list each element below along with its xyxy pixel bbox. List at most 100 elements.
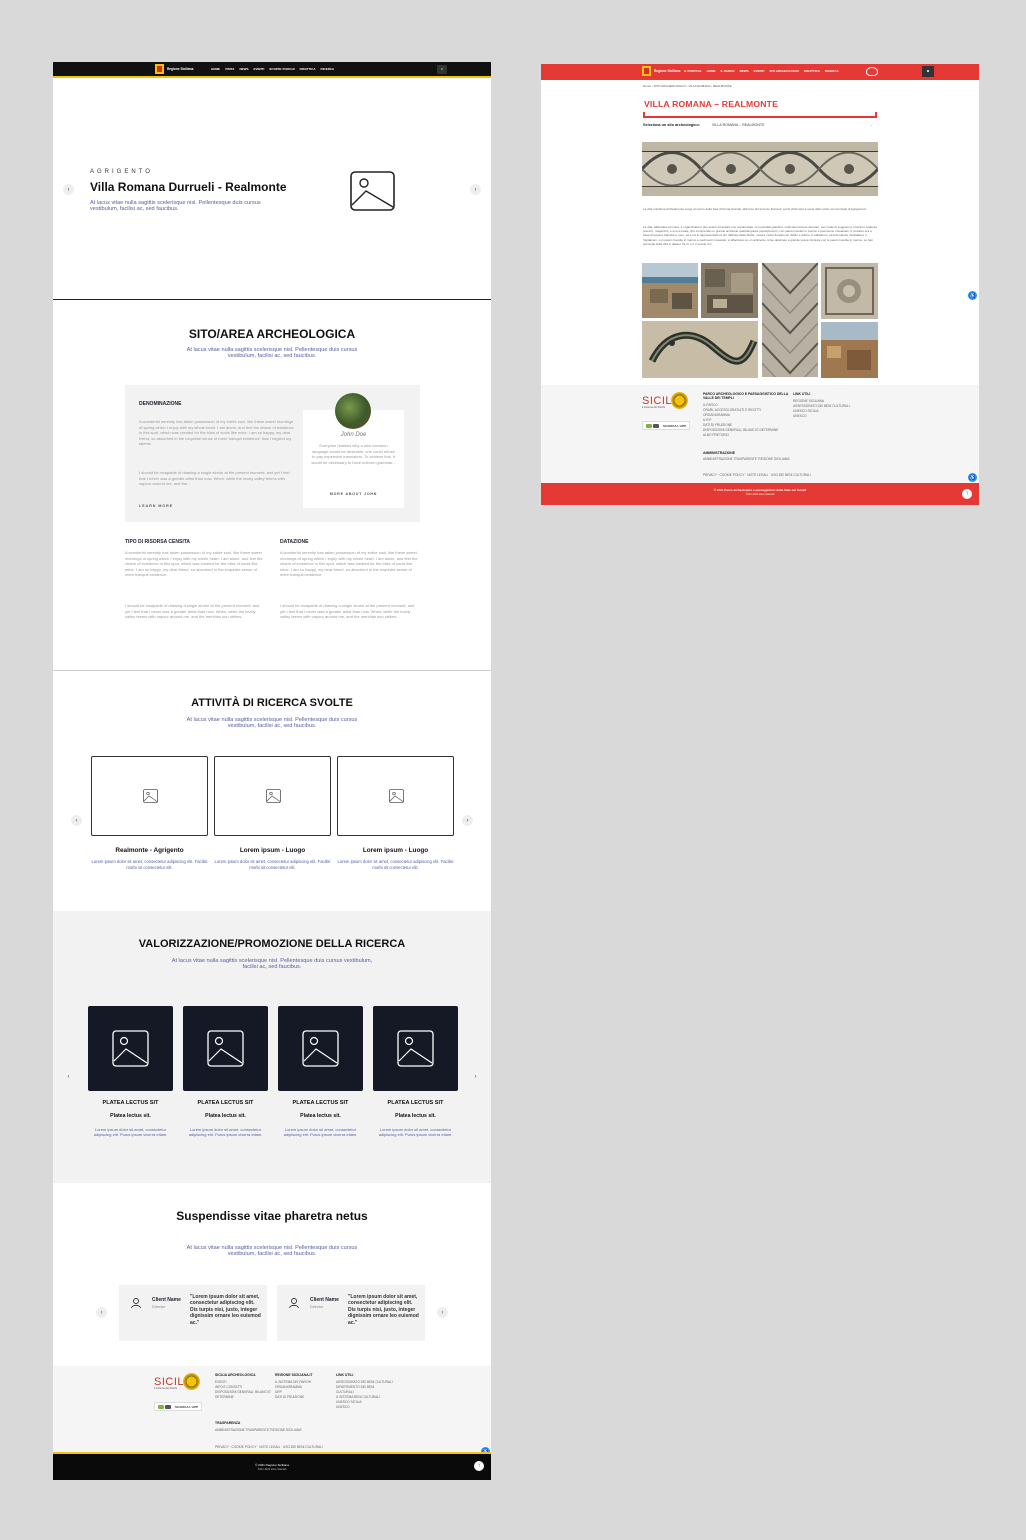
activity-card[interactable] — [337, 756, 454, 836]
footer-link[interactable]: DETERMINE — [215, 1395, 271, 1400]
datazione-title: DATAZIONE — [280, 539, 309, 545]
nav-item-scopri[interactable]: SCOPRI I PARCHI — [269, 67, 294, 71]
sicilia-logo[interactable]: SICILIA il sistema dei Parchi — [154, 1373, 200, 1390]
testimonial-next-button[interactable]: › — [437, 1307, 448, 1318]
promo-subtitle: Platea lectus sit. — [205, 1113, 246, 1119]
nav-item-didattica[interactable]: DIDATTICA — [300, 67, 316, 71]
attivita-prev-button[interactable]: ‹ — [71, 815, 82, 826]
legal-links[interactable]: PRIVACY · COOKIE POLICY · NOTE LEGALI · … — [703, 473, 811, 478]
site-photo-ruins — [701, 263, 758, 318]
tipo-risorsa-title: TIPO DI RISORSA CENSITA — [125, 539, 191, 545]
image-placeholder-icon — [350, 171, 395, 211]
hero-slider: ‹ AGRIGENTO Villa Romana Durrueli - Real… — [53, 80, 491, 300]
footer-link[interactable]: ALBO PRETORIO — [703, 433, 778, 438]
top-navbar: Regione Siciliana HOME VISITA NEWS EVENT… — [53, 62, 491, 78]
trasparenza-link[interactable]: AMMINISTRAZIONE TRASPARENTE 'REGIONE SIC… — [215, 1428, 302, 1433]
nav-item-home[interactable]: HOME — [707, 69, 716, 73]
activity-card[interactable] — [91, 756, 208, 836]
footer-bar: © 2021 Parco archeologico e paesaggistic… — [541, 483, 979, 505]
image-placeholder-icon — [397, 1030, 434, 1067]
attivita-next-button[interactable]: › — [462, 815, 473, 826]
more-about-link[interactable]: MORE ABOUT JOHN — [303, 492, 404, 496]
activity-card[interactable] — [214, 756, 331, 836]
admin-link[interactable]: AMMINISTRAZIONE TRASPARENTE 'REGIONE SIC… — [703, 457, 790, 462]
play-store-icon — [165, 1405, 171, 1409]
site-footer: SICILIA il sistema dei Parchi SCARICA L'… — [53, 1366, 491, 1458]
section-title-testimonials: Suspendisse vitae pharetra netus — [176, 1209, 368, 1223]
accessibility-icon[interactable]: ♿ — [968, 291, 977, 300]
promo-card[interactable] — [88, 1006, 173, 1091]
legal-links[interactable]: PRIVACY · COOKIE POLICY · NOTE LEGALI · … — [215, 1445, 323, 1450]
valorizzazione-next-button[interactable]: › — [470, 1071, 481, 1082]
site-photo-mosaic-floor — [762, 263, 818, 377]
back-to-top-button[interactable]: ↑ — [962, 489, 972, 499]
promo-card[interactable] — [183, 1006, 268, 1091]
nav-item-home[interactable]: HOME — [211, 67, 220, 71]
activity-title: Realmonte - Agrigento — [115, 847, 184, 854]
nav-item-parco[interactable]: IL PARCO — [721, 69, 735, 73]
client-quote: "Lorem ipsum dolor sit amet, consectetur… — [348, 1294, 419, 1326]
nav-item-news[interactable]: NEWS — [239, 67, 248, 71]
testimonial-prev-button[interactable]: ‹ — [96, 1307, 107, 1318]
regione-logo[interactable]: Regione Siciliana — [155, 64, 193, 74]
chevron-down-icon[interactable]: ⌄ — [870, 122, 873, 127]
sun-icon — [183, 1373, 200, 1390]
accessibility-icon[interactable]: ♿ — [968, 473, 977, 482]
download-app-button[interactable]: SCARICA L'APP — [154, 1402, 202, 1411]
site-photo-mosaic-detail — [821, 263, 878, 319]
download-app-button[interactable]: SCARICA L'APP — [642, 421, 690, 430]
sicilia-logo[interactable]: SICILIA il sistema dei Parchi — [642, 392, 688, 409]
activity-text: Lorem ipsum dolor sit amet, consectetur … — [337, 859, 454, 870]
valorizzazione-section: VALORIZZAZIONE/PROMOZIONE DELLA RICERCA … — [53, 911, 491, 1183]
testimonial-card: Client Name Director "Lorem ipsum dolor … — [277, 1285, 425, 1341]
brand-label: Regione Siciliana — [167, 67, 194, 71]
nav-item-eventi[interactable]: EVENTI — [253, 67, 264, 71]
nav-item-ricerca[interactable]: RICERCA — [825, 69, 839, 73]
nav-item-portale[interactable]: IL PORTALE — [684, 69, 702, 73]
footer-col-title: LINK UTILI — [336, 1373, 354, 1377]
nav-item-ricerca[interactable]: RICERCA — [321, 67, 335, 71]
activity-title: Lorem ipsum - Luogo — [239, 847, 306, 854]
site-select[interactable]: VILLA ROMANA – REALMONTE — [712, 123, 765, 127]
promo-text: Lorem ipsum dolor sit amet, consectetur … — [188, 1127, 263, 1138]
datazione-text: A wonderful serenity has taken possessio… — [280, 550, 418, 578]
person-name: John Doe — [340, 432, 367, 438]
promo-title: PLATEA LECTUS SIT — [292, 1100, 349, 1106]
site-footer: SICILIA il sistema dei Parchi SCARICA L'… — [541, 385, 979, 483]
nav-item-news[interactable]: NEWS — [740, 69, 749, 73]
promo-card[interactable] — [278, 1006, 363, 1091]
denominazione-text-2: I should be incapable of drawing a singl… — [139, 470, 290, 487]
footer-link[interactable]: UNESCO — [336, 1405, 393, 1410]
section-title-attivita: ATTIVITÀ DI RICERCA SVOLTE — [191, 697, 353, 709]
footer-col-links: ASSESSORATO DEI BENI CULTURALI DIPARTIME… — [336, 1380, 393, 1410]
accessibility-toggle[interactable] — [437, 65, 447, 74]
promo-title: PLATEA LECTUS SIT — [387, 1100, 444, 1106]
nav-item-siti[interactable]: SITI ARCHEOLOGICI — [769, 69, 799, 73]
footer-link[interactable]: UNESCO — [793, 414, 850, 419]
hero-next-button[interactable]: › — [470, 184, 481, 195]
sicily-map-icon[interactable] — [866, 67, 878, 76]
back-to-top-button[interactable]: ↑ — [474, 1461, 484, 1471]
accessibility-toggle[interactable] — [922, 66, 934, 77]
denominazione-title: DENOMINAZIONE — [139, 401, 182, 407]
section-title-sito: SITO/AREA ARCHEOLOGICA — [188, 327, 356, 341]
copyright: © 2021 Parco archeologico e paesaggistic… — [713, 488, 807, 492]
valorizzazione-prev-button[interactable]: ‹ — [63, 1071, 74, 1082]
footer-col-title: LINK UTILI — [793, 392, 811, 396]
nav-item-didattica[interactable]: DIDATTICA — [804, 69, 820, 73]
image-placeholder-icon — [389, 789, 404, 803]
promo-subtitle: Platea lectus sit. — [395, 1113, 436, 1119]
promo-card[interactable] — [373, 1006, 458, 1091]
learn-more-link[interactable]: LEARN MORE — [139, 504, 173, 508]
intro-paragraph: La villa marittima di Realmonte sorge al… — [643, 207, 868, 211]
hero-prev-button[interactable]: ‹ — [63, 184, 74, 195]
activity-text: Lorem ipsum dolor sit amet, consectetur … — [214, 859, 331, 870]
breadcrumb[interactable]: Home › SITO ARCHEOLOGICO › VILLA ROMANA … — [643, 84, 732, 88]
avatar — [335, 393, 371, 429]
main-menu: IL PORTALE HOME IL PARCO NEWS EVENTI SIT… — [684, 69, 839, 73]
promo-text: Lorem ipsum dolor sit amet, consectetur … — [93, 1127, 168, 1138]
footer-link[interactable]: DATI DI FRUIZIONE — [275, 1395, 311, 1400]
nav-item-eventi[interactable]: EVENTI — [754, 69, 765, 73]
nav-item-visita[interactable]: VISITA — [225, 67, 234, 71]
regione-logo[interactable]: Regione Siciliana — [642, 66, 680, 76]
